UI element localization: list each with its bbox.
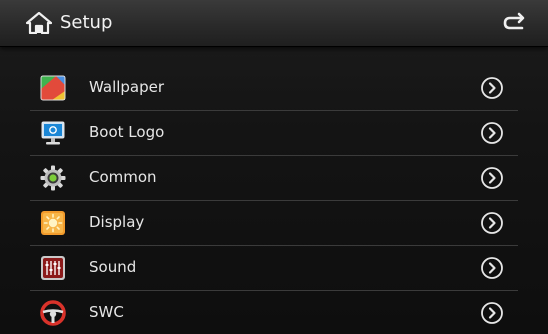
setup-screen: Setup Wallpaper Boot Logo Common Display…: [0, 0, 548, 334]
menu-item-label: SWC: [89, 303, 124, 321]
menu-item-common[interactable]: Common: [30, 156, 518, 201]
gear-icon: [40, 165, 66, 191]
monitor-icon: [41, 121, 65, 145]
menu-item-sound[interactable]: Sound: [30, 246, 518, 291]
menu-item-display[interactable]: Display: [30, 201, 518, 246]
menu-item-wallpaper[interactable]: Wallpaper: [30, 66, 518, 111]
settings-list: Wallpaper Boot Logo Common Display Sound…: [0, 66, 548, 334]
chevron-right-circle-icon: [481, 212, 503, 234]
menu-item-boot-logo[interactable]: Boot Logo: [30, 111, 518, 156]
chevron-right-circle-icon: [481, 167, 503, 189]
menu-item-label: Boot Logo: [89, 123, 165, 141]
menu-item-label: Display: [89, 213, 145, 231]
steering-wheel-icon: [40, 300, 66, 326]
brightness-icon: [41, 211, 65, 235]
wallpaper-icon: [40, 75, 66, 101]
chevron-right-circle-icon: [481, 122, 503, 144]
home-icon[interactable]: [26, 12, 52, 34]
menu-item-label: Sound: [89, 258, 137, 276]
chevron-right-circle-icon: [481, 302, 503, 324]
page-title: Setup: [60, 12, 113, 33]
chevron-right-circle-icon: [481, 77, 503, 99]
menu-item-swc[interactable]: SWC: [30, 291, 518, 334]
menu-item-label: Wallpaper: [89, 78, 165, 96]
menu-item-label: Common: [89, 168, 157, 186]
chevron-right-circle-icon: [481, 257, 503, 279]
equalizer-icon: [41, 256, 65, 280]
title-bar: Setup: [0, 0, 548, 47]
back-icon[interactable]: [502, 11, 526, 35]
